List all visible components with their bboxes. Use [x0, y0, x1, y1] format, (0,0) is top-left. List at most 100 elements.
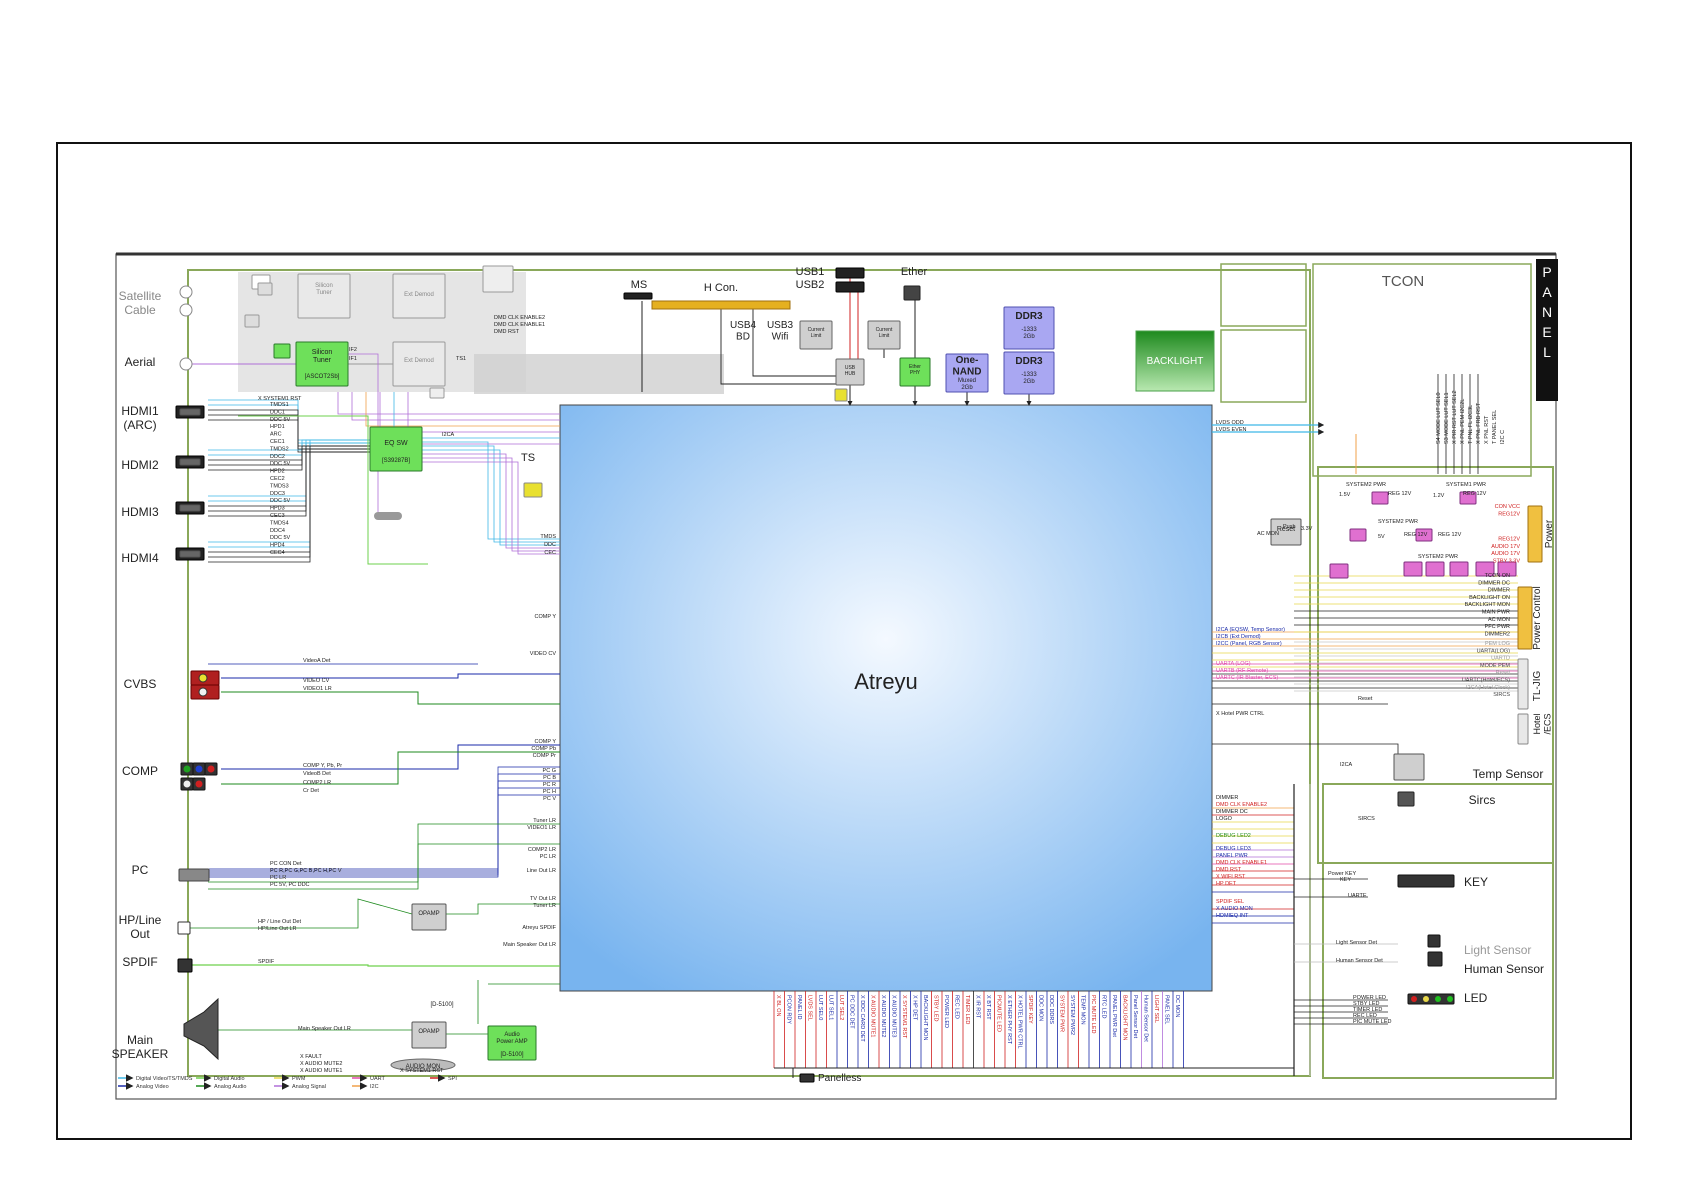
- wire: [407, 392, 560, 445]
- tcon-signal: X PNL FRD RST: [1476, 402, 1482, 444]
- legend-label: Analog Audio: [214, 1084, 246, 1090]
- tl-jig-signal: UARTC(Hotel/ECS): [1462, 678, 1510, 684]
- power-rail-signal: STBY 3.3V: [1493, 559, 1520, 565]
- tcon-signal: X PNL PEM I2C2L: [1460, 399, 1466, 444]
- ldo-chip: [1403, 561, 1423, 577]
- ts-label: TS: [521, 452, 535, 464]
- panel-letter: N: [1542, 304, 1552, 320]
- led-dot: [1447, 996, 1453, 1002]
- misc-signal: 1.2V: [1433, 493, 1445, 499]
- soc-left-signal: VIDEO1 LR: [527, 825, 556, 831]
- rca-jack: [207, 765, 215, 773]
- opamp-1: [411, 903, 447, 931]
- input-speaker: Main SPEAKER: [112, 1033, 169, 1061]
- soc-left-signal: COMP Y: [535, 739, 557, 745]
- soc-bottom-signal: PANEL ID: [796, 995, 802, 1019]
- soc-bottom-signal: Panel Sensor Det: [1132, 995, 1138, 1039]
- dcdc-chip: [1349, 528, 1367, 542]
- legend-label: Digital Video/TS/TMDS: [136, 1076, 193, 1082]
- misc-signal: 3.3V: [1301, 526, 1313, 532]
- input-satellite: Satellite Cable: [119, 289, 162, 317]
- power-rail-signal: AUDIO 17V: [1491, 544, 1520, 550]
- temp-sensor-label: Temp Sensor: [1473, 767, 1544, 781]
- soc-left-signal: PC G: [543, 768, 556, 774]
- wire: [422, 461, 560, 555]
- soc-right-signal: SPDIF SEL: [1216, 899, 1244, 905]
- hdmi-signal: TMDS4: [270, 520, 289, 526]
- soc-left-signal: PC H: [543, 789, 556, 795]
- soc-left-signal: PC V: [543, 796, 556, 802]
- tuner-xtal: [273, 343, 291, 359]
- human-sensor: [1427, 951, 1443, 967]
- panel-letter: E: [1542, 324, 1551, 340]
- usb2-label: USB2: [796, 279, 825, 291]
- legend-label: Analog Video: [136, 1084, 169, 1090]
- ldo-chip: [1449, 561, 1469, 577]
- tcon-signal: T PNL FL I2C3L: [1468, 405, 1474, 444]
- power-rail-signal: AUDIO 17V: [1491, 551, 1520, 557]
- eq-sw-label: EQ SW: [384, 440, 408, 447]
- right-outline-bottom: [1322, 783, 1554, 1079]
- legend-label: SPI: [448, 1076, 457, 1082]
- wire: [209, 766, 560, 870]
- hdmi-signal: TMDS1: [270, 402, 289, 408]
- ts-xtal: [523, 482, 543, 498]
- rca-jack: [183, 765, 191, 773]
- soc-right-signal: DMD CLK ENABLE2: [1216, 802, 1267, 808]
- soc-left-signal: PC B: [543, 775, 556, 781]
- misc-signal: PC 5V, PC DDC: [270, 882, 310, 888]
- ddc-block: [482, 265, 514, 293]
- soc-bottom-signal: X HOTEL PWR CTRL: [1017, 995, 1023, 1049]
- misc-signal: IF1: [349, 356, 357, 362]
- soc-right-signal: DIMMER: [1216, 795, 1238, 801]
- soc-bottom-signal: LUT SEL1: [828, 995, 834, 1020]
- panelless-connector: [799, 1073, 815, 1083]
- soc-left-signal: PC LR: [540, 854, 556, 860]
- soc-left-signal: Main Speaker Out LR: [503, 942, 556, 948]
- hdmi-signal: CEC1: [270, 439, 285, 445]
- wire: [422, 453, 560, 549]
- soc-left-signal: COMP Pr: [533, 753, 557, 759]
- misc-signal: I2CA: [442, 432, 455, 438]
- tcon-signal: X PNL RST: [1484, 415, 1490, 444]
- misc-signal: Human Sensor Det: [1336, 958, 1383, 964]
- soc-right-signal: DIMMER DC: [1216, 809, 1248, 815]
- tl-jig-label: TL-JIG: [1532, 671, 1543, 702]
- tl-jig-signal: PEM LOG: [1485, 641, 1510, 647]
- rca-jack: [183, 780, 191, 788]
- soc-left-signal: Atreyu SPDIF: [522, 925, 556, 931]
- soc-bottom-signal: X AUDIO MUTE3: [891, 995, 897, 1037]
- power-rail-signal: CON VCC: [1495, 504, 1520, 510]
- usb-hub-xtal: [834, 388, 848, 402]
- misc-signal: X SYSTEM1 RST: [258, 396, 302, 402]
- misc-signal: UARTE: [1348, 893, 1367, 899]
- sw: [244, 314, 260, 328]
- opamp-2: [411, 1021, 447, 1049]
- hdmi-eq-bead: [374, 512, 402, 520]
- soc-left-signal: Tuner LR: [533, 903, 556, 909]
- soc-bottom-signal: DDC MON: [1038, 995, 1044, 1021]
- light-sensor: [1427, 934, 1441, 948]
- hdmi-signal: HPD4: [270, 543, 285, 549]
- tl-jig-connector: [1517, 658, 1529, 710]
- misc-signal: VideoB Det: [303, 771, 331, 777]
- misc-signal: SPDIF: [258, 959, 275, 965]
- tcon-signal: T PANEL SEL: [1492, 410, 1498, 444]
- hdmi-signal: HPD2: [270, 469, 285, 475]
- misc-signal: HP/Line Out LR: [258, 926, 297, 932]
- eq-sw: [369, 426, 423, 472]
- tcon-signal: I2C C: [1500, 430, 1506, 444]
- soc-bottom-signal: X BT RST: [985, 995, 991, 1020]
- rf-connector: [179, 357, 193, 371]
- hdmi-signal: DDC4: [270, 528, 285, 534]
- temp-sensor-ic: [1393, 753, 1425, 781]
- input-comp: COMP: [122, 764, 158, 778]
- legend-label: Analog Signal: [292, 1084, 326, 1090]
- misc-signal: AC MON: [1257, 531, 1279, 537]
- input-cvbs: CVBS: [124, 677, 157, 691]
- soc-bottom-signal: DC MON: [1174, 995, 1180, 1017]
- soc-right-signal: LOGO: [1216, 816, 1233, 822]
- power-ctrl-signal: DIMMER2: [1485, 631, 1510, 637]
- soc-name: Atreyu: [854, 669, 918, 694]
- soc-left-signal: COMP Pb: [531, 746, 556, 752]
